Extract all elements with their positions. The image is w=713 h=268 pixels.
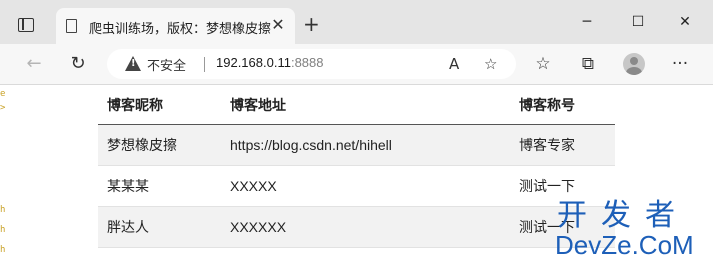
watermark-top-text: 开发者 bbox=[557, 198, 689, 233]
column-header-address: 博客地址 bbox=[221, 86, 510, 125]
url-host: 192.168.0.11 bbox=[216, 55, 291, 70]
page-icon bbox=[66, 19, 77, 33]
read-aloud-icon[interactable]: A bbox=[449, 54, 459, 74]
cell-address: XXXXX bbox=[221, 165, 510, 207]
more-icon[interactable]: ··· bbox=[669, 54, 691, 74]
table-row: 胖达人 XXXXXX 测试一下 bbox=[98, 206, 615, 248]
warning-icon[interactable] bbox=[125, 56, 141, 71]
minimize-icon[interactable]: ─ bbox=[577, 12, 597, 32]
address-bar[interactable]: 不安全 192.168.0.11:8888 A ☆ bbox=[107, 49, 516, 79]
cell-address: https://blog.csdn.net/hihell bbox=[221, 124, 510, 166]
watermark-bottom-text: DevZe.CoM bbox=[555, 230, 694, 260]
table-row: 某某某 XXXXX 测试一下 bbox=[98, 165, 615, 207]
tab-strip: 爬虫训练场，版权：梦想橡皮擦 ✕ + ─ ☐ ✕ bbox=[0, 0, 713, 44]
tab-close-icon[interactable]: ✕ bbox=[268, 15, 288, 35]
cell-title: 博客专家 bbox=[510, 124, 615, 166]
tab-title: 爬虫训练场，版权：梦想橡皮擦 bbox=[89, 22, 272, 37]
browser-toolbar: ← ↻ 不安全 192.168.0.11:8888 A ☆ ☆ ⧉ ··· bbox=[0, 44, 713, 85]
new-tab-icon[interactable]: + bbox=[303, 14, 320, 34]
add-favorite-icon[interactable]: ☆ bbox=[484, 54, 497, 74]
security-status[interactable]: 不安全 bbox=[147, 55, 186, 74]
address-divider bbox=[204, 57, 205, 72]
cell-nickname: 胖达人 bbox=[98, 206, 221, 248]
url-text[interactable]: 192.168.0.11:8888 bbox=[216, 55, 324, 70]
favorites-icon[interactable]: ☆ bbox=[532, 54, 554, 74]
back-icon[interactable]: ← bbox=[23, 53, 45, 75]
collections-icon[interactable]: ⧉ bbox=[577, 54, 599, 74]
maximize-icon[interactable]: ☐ bbox=[628, 12, 648, 32]
browser-tab[interactable]: 爬虫训练场，版权：梦想橡皮擦 ✕ bbox=[56, 8, 295, 44]
profile-avatar[interactable] bbox=[623, 53, 645, 75]
column-header-title: 博客称号 bbox=[510, 86, 615, 125]
cell-nickname: 梦想橡皮擦 bbox=[98, 124, 221, 166]
site-watermark: 开发者 DevZe.CoM bbox=[553, 200, 713, 268]
table-header-row: 博客昵称 博客地址 博客称号 bbox=[98, 86, 615, 125]
column-header-nickname: 博客昵称 bbox=[98, 86, 221, 125]
cell-address: XXXXXX bbox=[221, 206, 510, 248]
tab-actions-icon[interactable] bbox=[18, 18, 34, 32]
cell-nickname: 某某某 bbox=[98, 165, 221, 207]
reload-icon[interactable]: ↻ bbox=[67, 53, 89, 75]
close-window-icon[interactable]: ✕ bbox=[675, 12, 695, 32]
background-editor-edge: e > h h h bbox=[0, 89, 6, 255]
table-row: 梦想橡皮擦 https://blog.csdn.net/hihell 博客专家 bbox=[98, 124, 615, 166]
url-port: :8888 bbox=[290, 55, 324, 70]
blog-table: 博客昵称 博客地址 博客称号 梦想橡皮擦 https://blog.csdn.n… bbox=[98, 86, 615, 248]
